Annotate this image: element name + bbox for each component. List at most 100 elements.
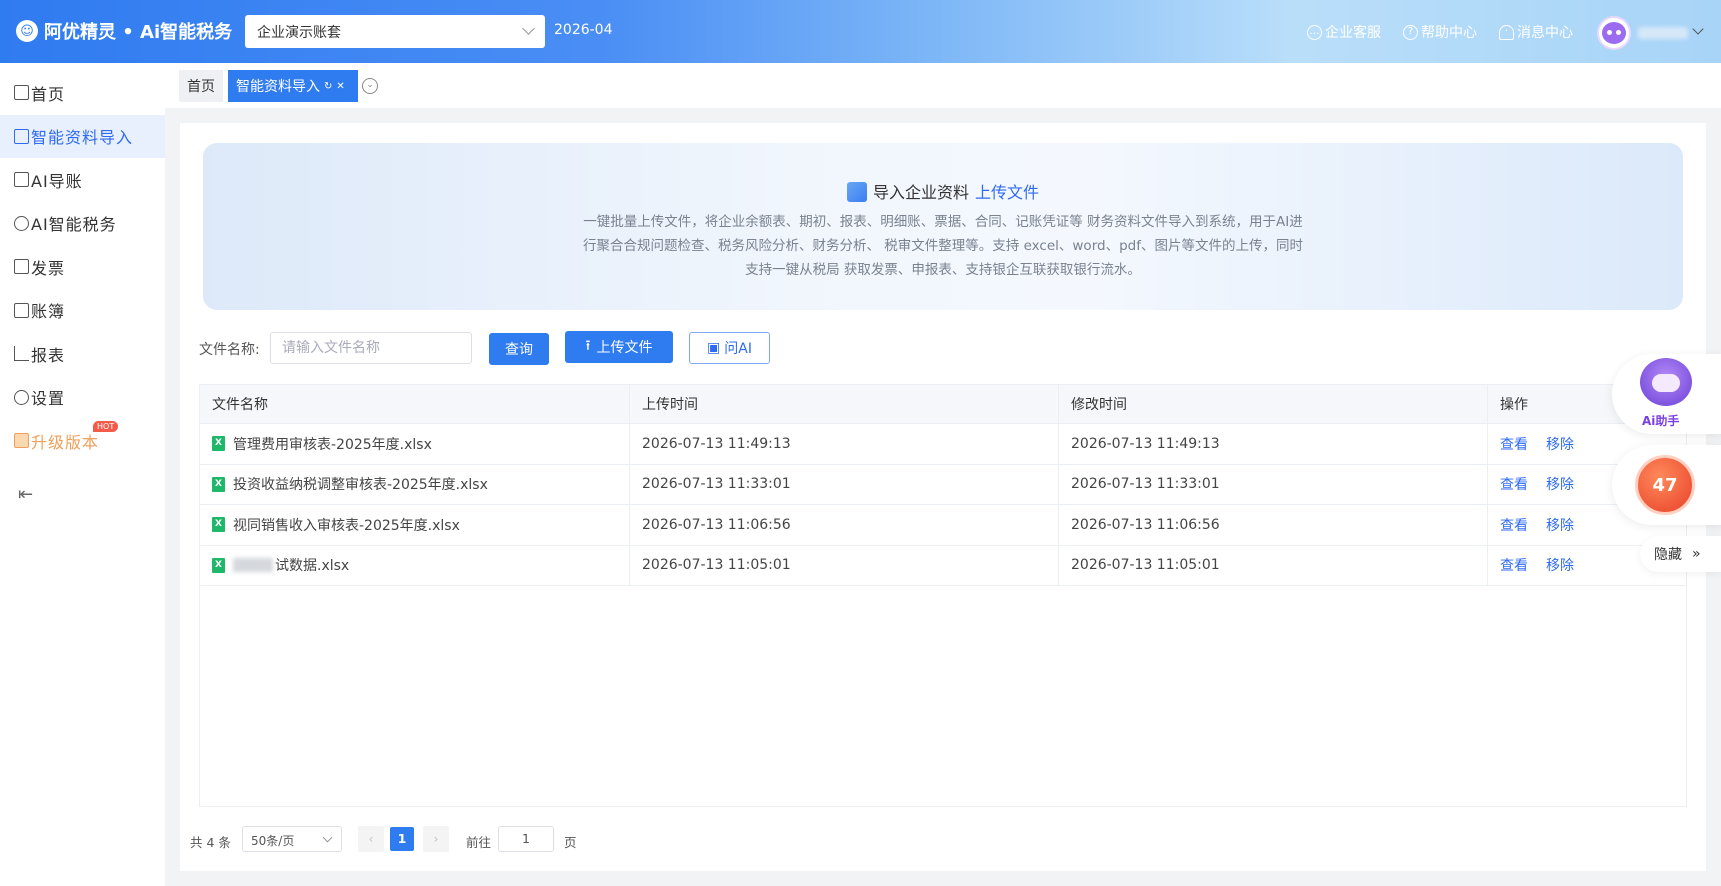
document-icon	[846, 182, 867, 202]
period-label[interactable]: 2026-04	[554, 22, 613, 38]
sidebar-item-upgrade[interactable]: 升级版本 HOT	[0, 419, 165, 463]
upload-time-cell: 2026-07-13 11:33:01	[630, 464, 1059, 504]
help-icon: ?	[1403, 24, 1418, 40]
sidebar-item-label: 设置	[31, 389, 66, 409]
avatar-robot-icon	[1602, 22, 1626, 44]
modify-time-cell: 2026-07-13 11:49:13	[1059, 424, 1488, 464]
user-menu-chevron-icon[interactable]	[1692, 23, 1704, 35]
pagination: 共 4 条 50条/页 ‹ 1 › 前往 1 页	[190, 826, 790, 852]
help-center-link[interactable]: ? 帮助中心	[1403, 22, 1477, 42]
ai-robot-icon	[1640, 358, 1692, 406]
message-center-link[interactable]: · 消息中心	[1499, 22, 1573, 42]
sidebar-item-smart-import[interactable]: 智能资料导入	[0, 114, 165, 158]
search-row: 文件名称: 查询 ⭱ 上传文件 ▣ 问AI	[180, 331, 1706, 365]
help-center-label: 帮助中心	[1421, 25, 1477, 41]
ai-assistant-label: Ai助手	[1642, 414, 1680, 428]
sidebar-item-label: 发票	[31, 258, 66, 278]
upload-time-cell: 2026-07-13 11:06:56	[630, 505, 1059, 545]
sidebar-item-home[interactable]: 首页	[0, 71, 165, 115]
message-center-label: 消息中心	[1517, 25, 1573, 41]
banner-title-text: 导入企业资料	[872, 183, 969, 202]
page-size-value: 50条/页	[251, 834, 295, 848]
banner-description: 一键批量上传文件，将企业余额表、期初、报表、明细账、票据、合同、记账凭证等 财务…	[583, 214, 1303, 278]
chevron-down-icon	[322, 832, 333, 843]
customer-service-label: 企业客服	[1325, 25, 1381, 41]
query-button[interactable]: 查询	[489, 333, 549, 365]
customer-service-link[interactable]: … 企业客服	[1307, 22, 1381, 42]
page-unit-label: 页	[564, 835, 577, 850]
sidebar-item-books[interactable]: 账簿	[0, 289, 165, 333]
upload-time-cell: 2026-07-13 11:49:13	[630, 424, 1059, 464]
hide-widgets-button[interactable]: 隐藏 »	[1640, 536, 1721, 572]
chevron-down-icon	[522, 22, 535, 35]
logo-text: 阿优精灵 • Ai智能税务	[44, 22, 233, 43]
sidebar-item-label: 智能资料导入	[31, 128, 134, 148]
chat-icon: …	[1307, 24, 1322, 40]
tab-bar: 首页 智能资料导入 ↻ ✕ ⌄	[165, 63, 1721, 108]
sidebar-item-ai-ledger[interactable]: AI导账	[0, 158, 165, 202]
sidebar-item-label: AI导账	[31, 171, 83, 191]
import-banner: 导入企业资料 上传文件 一键批量上传文件，将企业余额表、期初、报表、明细账、票据、…	[203, 143, 1683, 310]
home-icon	[14, 85, 29, 101]
tab-more-chevron-icon[interactable]: ⌄	[362, 78, 378, 94]
tab-smart-import[interactable]: 智能资料导入 ↻ ✕	[228, 70, 358, 102]
col-modify-time: 修改时间	[1059, 385, 1488, 423]
company-select[interactable]: 企业演示账套	[245, 15, 545, 48]
file-name-cell: X 试数据.xlsx	[200, 545, 630, 585]
view-link[interactable]: 查看	[1500, 555, 1528, 575]
close-icon[interactable]: ✕	[336, 81, 344, 92]
chart-icon	[14, 346, 29, 362]
current-page[interactable]: 1	[390, 827, 414, 851]
tab-home[interactable]: 首页	[179, 70, 223, 102]
sidebar-item-ai-tax[interactable]: AI智能税务	[0, 202, 165, 246]
file-name: 视同销售收入审核表-2025年度.xlsx	[233, 517, 460, 534]
remove-link[interactable]: 移除	[1546, 515, 1574, 535]
counter-widget[interactable]: 47	[1612, 445, 1721, 525]
app-logo[interactable]: ☺ 阿优精灵 • Ai智能税务	[16, 18, 232, 44]
upload-icon: ⭱	[585, 338, 591, 354]
modify-time-cell: 2026-07-13 11:33:01	[1059, 464, 1488, 504]
page-size-select[interactable]: 50条/页	[242, 826, 342, 852]
file-name-cell: X 管理费用审核表-2025年度.xlsx	[200, 424, 630, 464]
file-name-search-input[interactable]	[270, 332, 472, 364]
remove-link[interactable]: 移除	[1546, 434, 1574, 454]
sidebar-item-reports[interactable]: 报表	[0, 332, 165, 376]
goto-label: 前往	[466, 835, 492, 850]
refresh-icon[interactable]: ↻	[324, 81, 332, 92]
modify-time-cell: 2026-07-13 11:05:01	[1059, 545, 1488, 585]
file-name-cell: X 投资收益纳税调整审核表-2025年度.xlsx	[200, 464, 630, 504]
goto-page-input[interactable]: 1	[498, 826, 554, 852]
remove-link[interactable]: 移除	[1546, 474, 1574, 494]
next-page-button[interactable]: ›	[423, 826, 449, 852]
redacted-text	[233, 558, 273, 573]
excel-file-icon: X	[212, 557, 225, 573]
banner-upload-link[interactable]: 上传文件	[975, 183, 1039, 202]
import-icon	[14, 128, 29, 144]
ai-ledger-icon	[14, 172, 29, 188]
sidebar-item-invoice[interactable]: 发票	[0, 245, 165, 289]
view-link[interactable]: 查看	[1500, 434, 1528, 454]
sidebar-item-label: 报表	[31, 345, 66, 365]
view-link[interactable]: 查看	[1500, 474, 1528, 494]
avatar[interactable]	[1597, 16, 1631, 50]
excel-file-icon: X	[212, 436, 225, 452]
remove-link[interactable]: 移除	[1546, 555, 1574, 575]
hide-label: 隐藏	[1654, 547, 1682, 563]
ai-assistant-widget[interactable]: Ai助手	[1612, 354, 1721, 434]
username-redacted	[1638, 27, 1688, 39]
upload-file-button[interactable]: ⭱ 上传文件	[565, 331, 673, 363]
collapse-sidebar-icon[interactable]: ⇤	[18, 484, 33, 505]
sidebar-item-settings[interactable]: 设置	[0, 376, 165, 420]
upload-time-cell: 2026-07-13 11:05:01	[630, 545, 1059, 585]
file-name-cell: X 视同销售收入审核表-2025年度.xlsx	[200, 505, 630, 545]
ai-tax-icon	[14, 215, 29, 231]
file-name-label: 文件名称:	[199, 342, 260, 358]
logo-icon: ☺	[16, 20, 38, 42]
ask-ai-button[interactable]: ▣ 问AI	[689, 332, 770, 364]
prev-page-button[interactable]: ‹	[358, 826, 384, 852]
counter-ball: 47	[1635, 455, 1695, 515]
invoice-icon	[14, 259, 29, 275]
banner-title: 导入企业资料 上传文件	[203, 179, 1683, 203]
view-link[interactable]: 查看	[1500, 515, 1528, 535]
file-name: 试数据.xlsx	[275, 558, 350, 575]
